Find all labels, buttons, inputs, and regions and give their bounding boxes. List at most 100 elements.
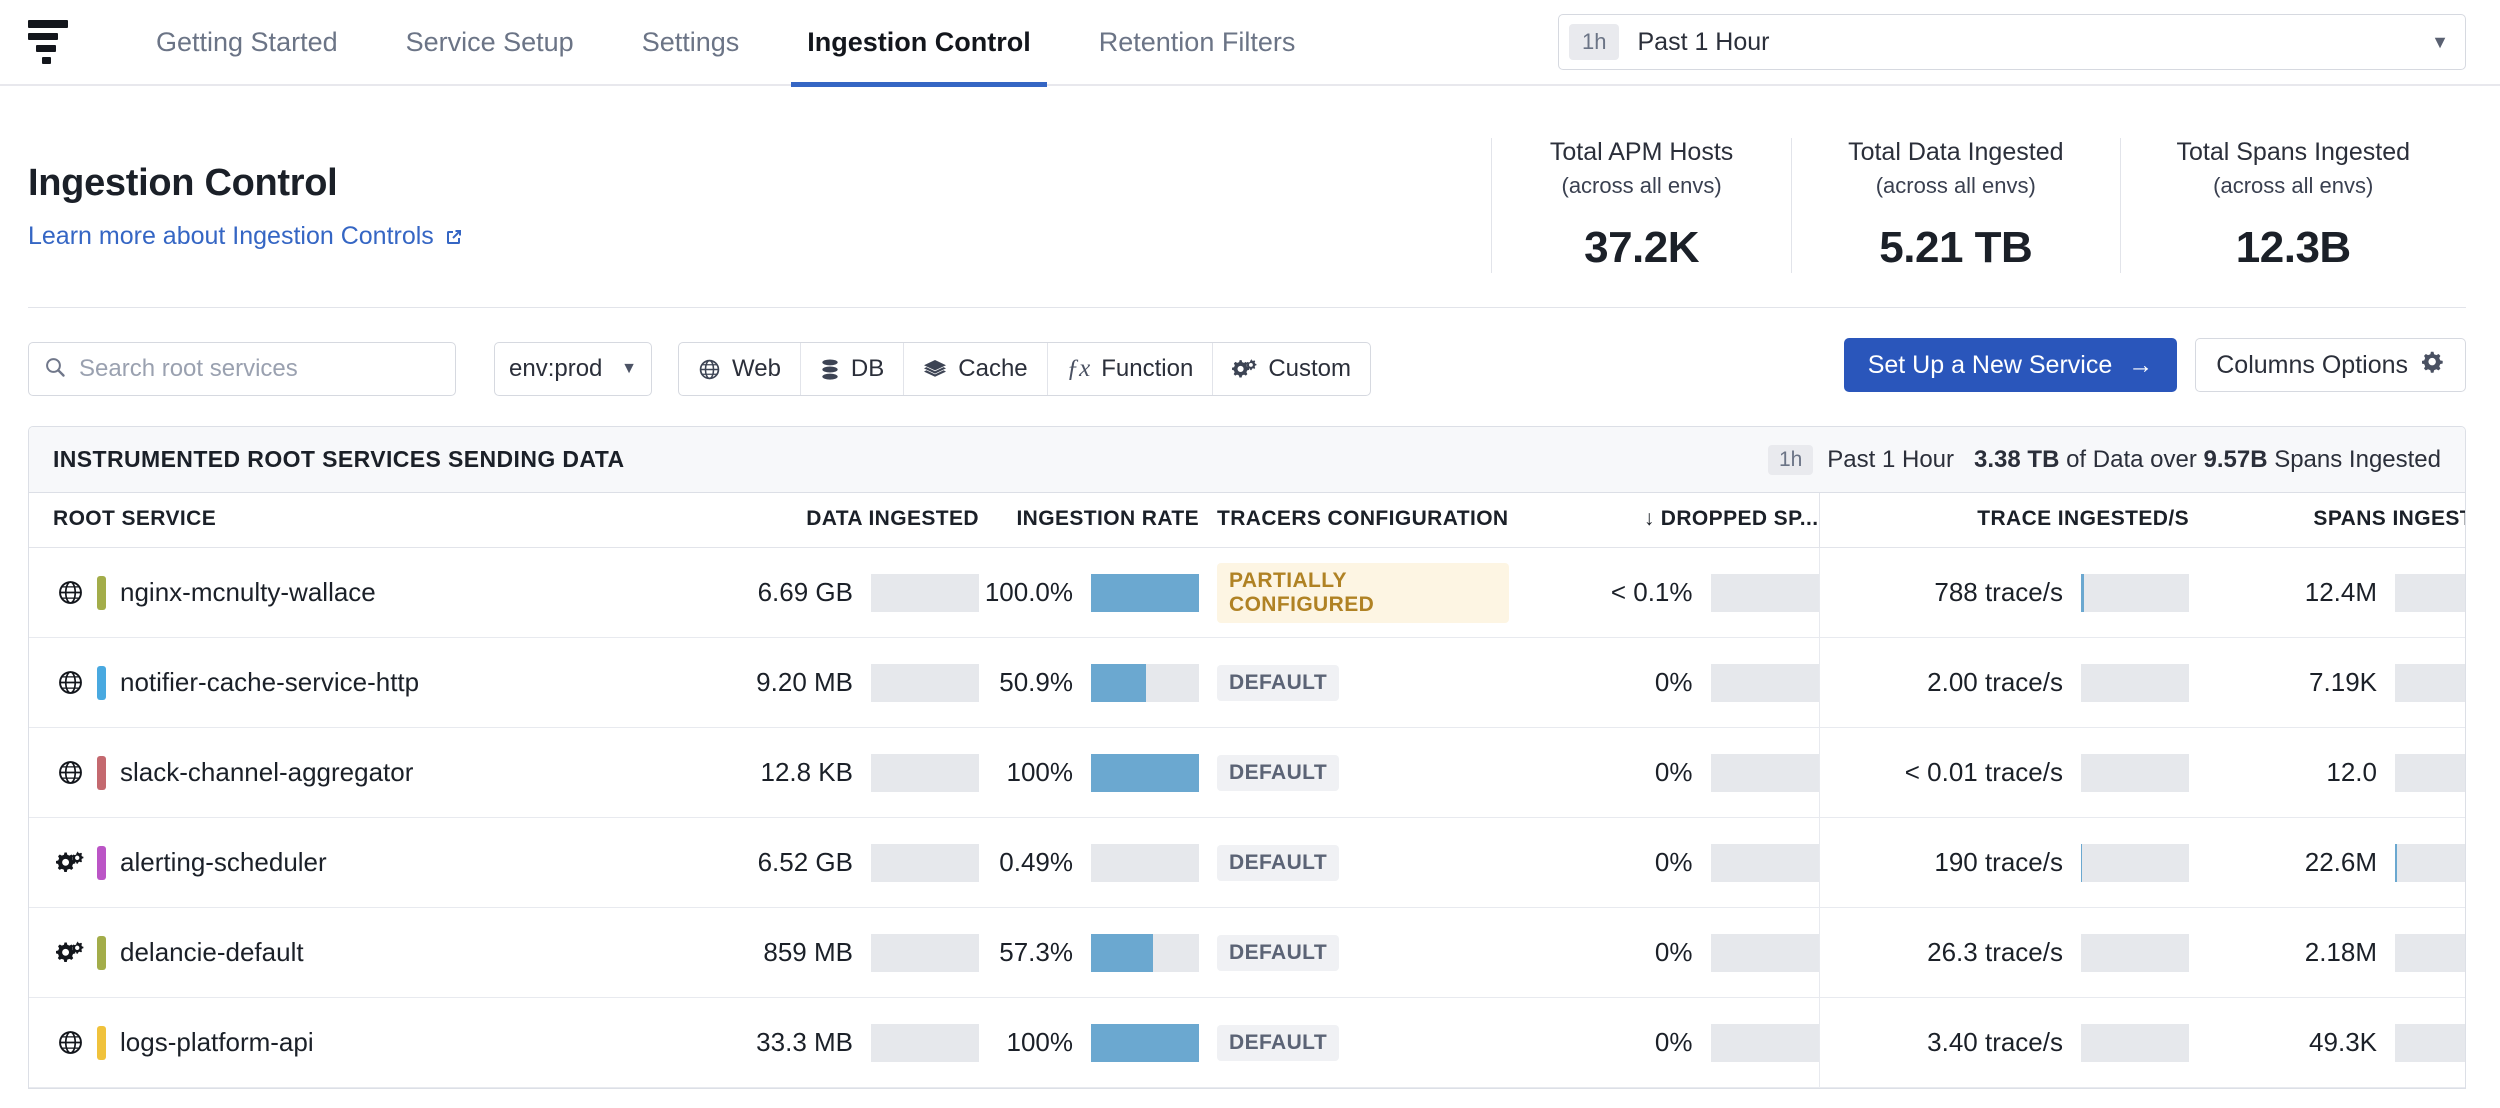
globe-icon bbox=[53, 579, 87, 606]
table-row[interactable]: alerting-scheduler 6.52 GB 0.49% DEFAULT bbox=[29, 818, 2466, 908]
cell-ingestion-rate: 50.9% bbox=[979, 638, 1199, 728]
arrow-down-icon: ↓ bbox=[1644, 507, 1655, 530]
status-badge[interactable]: DEFAULT bbox=[1217, 845, 1339, 881]
col-spans-ingested[interactable]: SPANS INGESTED bbox=[2189, 493, 2466, 548]
env-filter-value: env:prod bbox=[509, 355, 602, 383]
search-input[interactable] bbox=[79, 355, 441, 383]
cell-tracers-configuration: DEFAULT bbox=[1199, 728, 1539, 818]
status-badge[interactable]: DEFAULT bbox=[1217, 935, 1339, 971]
status-badge[interactable]: PARTIALLY CONFIGURED bbox=[1217, 563, 1509, 623]
set-up-new-service-button[interactable]: Set Up a New Service → bbox=[1844, 338, 2178, 392]
cell-dropped-spans: < 0.1% bbox=[1539, 548, 1819, 638]
spans-ingested-value: 12.0 bbox=[2326, 757, 2377, 788]
dropped-spans-value: 0% bbox=[1655, 1027, 1693, 1058]
learn-more-label: Learn more about Ingestion Controls bbox=[28, 222, 434, 251]
status-badge[interactable]: DEFAULT bbox=[1217, 755, 1339, 791]
ingestion-rate-value-bar bbox=[1091, 664, 1199, 702]
table-row[interactable]: nginx-mcnulty-wallace 6.69 GB 100.0% PAR… bbox=[29, 548, 2466, 638]
filter-function[interactable]: ƒx Function bbox=[1048, 343, 1214, 395]
trace-ingested-value-bar bbox=[2081, 574, 2189, 612]
table-row[interactable]: logs-platform-api 33.3 MB 100% DEFAULT bbox=[29, 998, 2466, 1088]
service-name[interactable]: logs-platform-api bbox=[120, 1027, 314, 1058]
stat-title: Total Spans Ingested bbox=[2177, 138, 2411, 167]
env-filter-select[interactable]: env:prod ▼ bbox=[494, 342, 652, 396]
layers-icon bbox=[923, 358, 947, 380]
data-ingested-value: 9.20 MB bbox=[756, 667, 853, 698]
col-ingestion-rate[interactable]: INGESTION RATE bbox=[979, 493, 1199, 548]
filter-custom[interactable]: Custom bbox=[1213, 343, 1370, 395]
cell-root-service[interactable]: nginx-mcnulty-wallace bbox=[29, 548, 629, 638]
globe-icon bbox=[698, 358, 721, 381]
data-ingested-value: 12.8 KB bbox=[760, 757, 853, 788]
filter-cache[interactable]: Cache bbox=[904, 343, 1047, 395]
trace-ingested-value-bar bbox=[2081, 934, 2189, 972]
search-root-services[interactable] bbox=[28, 342, 456, 396]
cell-root-service[interactable]: alerting-scheduler bbox=[29, 818, 629, 908]
table-header: ROOT SERVICE DATA INGESTED INGESTION RAT… bbox=[29, 493, 2466, 548]
cell-ingestion-rate: 57.3% bbox=[979, 908, 1199, 998]
dropped-spans-value-bar bbox=[1711, 754, 1819, 792]
cell-root-service[interactable]: notifier-cache-service-http bbox=[29, 638, 629, 728]
cell-tracers-configuration: DEFAULT bbox=[1199, 818, 1539, 908]
stat-total-data-ingested: Total Data Ingested (across all envs) 5.… bbox=[1791, 138, 2119, 273]
service-color-swatch bbox=[97, 1026, 106, 1060]
dropped-spans-value: < 0.1% bbox=[1611, 577, 1693, 608]
columns-options-button[interactable]: Columns Options bbox=[2195, 338, 2466, 392]
spans-ingested-value-bar bbox=[2395, 664, 2466, 702]
cell-spans-ingested: 49.3K bbox=[2189, 998, 2466, 1088]
cell-ingestion-rate: 100% bbox=[979, 998, 1199, 1088]
cell-root-service[interactable]: slack-channel-aggregator bbox=[29, 728, 629, 818]
dropped-spans-value: 0% bbox=[1655, 667, 1693, 698]
cell-root-service[interactable]: logs-platform-api bbox=[29, 998, 629, 1088]
trace-ingested-value: 2.00 trace/s bbox=[1927, 667, 2063, 698]
col-data-ingested[interactable]: DATA INGESTED bbox=[629, 493, 979, 548]
trace-ingested-value-bar bbox=[2081, 664, 2189, 702]
service-name[interactable]: slack-channel-aggregator bbox=[120, 757, 413, 788]
cell-dropped-spans: 0% bbox=[1539, 728, 1819, 818]
stat-title: Total APM Hosts bbox=[1548, 138, 1735, 167]
service-color-swatch bbox=[97, 666, 106, 700]
learn-more-link[interactable]: Learn more about Ingestion Controls bbox=[28, 222, 464, 251]
tab-settings[interactable]: Settings bbox=[608, 0, 774, 85]
data-ingested-value-bar bbox=[871, 574, 979, 612]
time-range-picker[interactable]: 1h Past 1 Hour ▼ bbox=[1558, 14, 2466, 70]
spans-ingested-value: 2.18M bbox=[2305, 937, 2377, 968]
data-ingested-value-bar bbox=[871, 844, 979, 882]
chevron-down-icon: ▼ bbox=[2431, 32, 2449, 53]
status-badge[interactable]: DEFAULT bbox=[1217, 665, 1339, 701]
cell-root-service[interactable]: delancie-default bbox=[29, 908, 629, 998]
filter-db[interactable]: DB bbox=[801, 343, 904, 395]
filter-web[interactable]: Web bbox=[679, 343, 801, 395]
ingestion-rate-value: 100.0% bbox=[985, 577, 1073, 608]
cell-dropped-spans: 0% bbox=[1539, 908, 1819, 998]
col-trace-ingested-per-s[interactable]: TRACE INGESTED/S bbox=[1819, 493, 2189, 548]
table-row[interactable]: slack-channel-aggregator 12.8 KB 100% DE… bbox=[29, 728, 2466, 818]
stat-value: 37.2K bbox=[1548, 223, 1735, 273]
cell-trace-ingested-per-s: 3.40 trace/s bbox=[1819, 998, 2189, 1088]
col-dropped-spans[interactable]: ↓DROPPED SP... bbox=[1539, 493, 1819, 548]
apm-logo-icon[interactable] bbox=[28, 19, 74, 65]
service-name[interactable]: notifier-cache-service-http bbox=[120, 667, 419, 698]
top-navigation-bar: Getting Started Service Setup Settings I… bbox=[0, 0, 2500, 86]
cell-tracers-configuration: PARTIALLY CONFIGURED bbox=[1199, 548, 1539, 638]
cell-dropped-spans: 0% bbox=[1539, 638, 1819, 728]
table-row[interactable]: delancie-default 859 MB 57.3% DEFAULT bbox=[29, 908, 2466, 998]
ingestion-rate-value-bar bbox=[1091, 1024, 1199, 1062]
tab-ingestion-control[interactable]: Ingestion Control bbox=[773, 0, 1064, 85]
col-root-service[interactable]: ROOT SERVICE bbox=[29, 493, 629, 548]
service-name[interactable]: nginx-mcnulty-wallace bbox=[120, 577, 376, 608]
page-header-left: Ingestion Control Learn more about Inges… bbox=[28, 138, 1491, 251]
status-badge[interactable]: DEFAULT bbox=[1217, 1025, 1339, 1061]
cell-trace-ingested-per-s: 2.00 trace/s bbox=[1819, 638, 2189, 728]
tab-service-setup[interactable]: Service Setup bbox=[372, 0, 608, 85]
ingestion-rate-value-bar bbox=[1091, 574, 1199, 612]
dropped-spans-value-bar bbox=[1711, 1024, 1819, 1062]
cell-trace-ingested-per-s: 788 trace/s bbox=[1819, 548, 2189, 638]
tab-getting-started[interactable]: Getting Started bbox=[122, 0, 372, 85]
col-tracers-configuration[interactable]: TRACERS CONFIGURATION bbox=[1199, 493, 1539, 548]
service-name[interactable]: delancie-default bbox=[120, 937, 304, 968]
service-name[interactable]: alerting-scheduler bbox=[120, 847, 327, 878]
tab-retention-filters[interactable]: Retention Filters bbox=[1065, 0, 1330, 85]
table-row[interactable]: notifier-cache-service-http 9.20 MB 50.9… bbox=[29, 638, 2466, 728]
stat-subtitle: (across all envs) bbox=[2177, 173, 2411, 199]
